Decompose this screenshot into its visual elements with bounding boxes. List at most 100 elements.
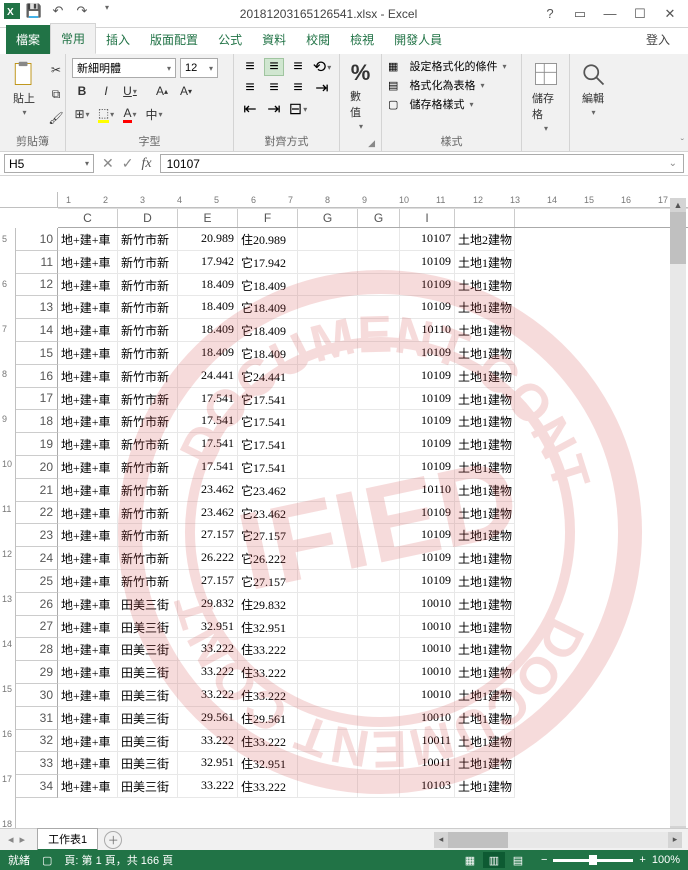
qat-redo-icon[interactable]: ↷	[72, 3, 92, 24]
cell[interactable]: 田美三街	[118, 707, 178, 730]
cell[interactable]: 新竹市新	[118, 228, 178, 251]
cell[interactable]: 地+建+車	[58, 775, 118, 798]
cell[interactable]: 地+建+車	[58, 616, 118, 639]
close-icon[interactable]: ✕	[660, 6, 680, 22]
cell[interactable]: 住33.222	[238, 684, 298, 707]
cell[interactable]	[298, 410, 358, 433]
cell[interactable]: 土地2建物	[455, 228, 515, 251]
table-row[interactable]: 地+建+車田美三街33.222住33.22210010土地1建物	[58, 661, 688, 684]
table-row[interactable]: 地+建+車田美三街29.561住29.56110010土地1建物	[58, 707, 688, 730]
copy-icon[interactable]: ⧉	[46, 84, 66, 104]
enter-icon[interactable]: ✓	[122, 155, 134, 172]
cell[interactable]: 它23.462	[238, 502, 298, 525]
cell[interactable]: 田美三街	[118, 775, 178, 798]
cell[interactable]: 新竹市新	[118, 547, 178, 570]
cell[interactable]: 33.222	[178, 775, 238, 798]
cell[interactable]: 住33.222	[238, 730, 298, 753]
cell[interactable]: 土地1建物	[455, 251, 515, 274]
cell[interactable]: 田美三街	[118, 684, 178, 707]
align-left-icon[interactable]: ≡	[240, 79, 260, 97]
cell[interactable]	[298, 433, 358, 456]
cell[interactable]: 10109	[400, 274, 455, 297]
cell[interactable]: 地+建+車	[58, 707, 118, 730]
cell[interactable]	[298, 388, 358, 411]
scroll-thumb[interactable]	[670, 212, 686, 264]
cell[interactable]	[358, 707, 400, 730]
row-header[interactable]: 21	[16, 479, 58, 502]
row-header[interactable]: 25	[16, 570, 58, 593]
cell[interactable]: 土地1建物	[455, 593, 515, 616]
column-headers[interactable]: C D E F G G I	[58, 208, 688, 228]
cut-icon[interactable]: ✂	[46, 60, 66, 80]
cell[interactable]: 住20.989	[238, 228, 298, 251]
cell[interactable]: 地+建+車	[58, 593, 118, 616]
tab-review[interactable]: 校閱	[296, 25, 340, 54]
expand-formula-icon[interactable]: ⌄	[669, 158, 677, 169]
cell[interactable]: 29.561	[178, 707, 238, 730]
row-header[interactable]: 31	[16, 707, 58, 730]
cell[interactable]: 地+建+車	[58, 479, 118, 502]
cells-button[interactable]: 儲存格 ▾	[528, 58, 563, 135]
cell[interactable]	[358, 479, 400, 502]
cell[interactable]	[358, 752, 400, 775]
cell[interactable]: 10109	[400, 456, 455, 479]
cell[interactable]	[358, 228, 400, 251]
tab-layout[interactable]: 版面配置	[140, 25, 208, 54]
cell[interactable]: 17.541	[178, 388, 238, 411]
col-header[interactable]: D	[118, 209, 178, 227]
cell[interactable]: 32.951	[178, 752, 238, 775]
cell[interactable]: 10010	[400, 616, 455, 639]
status-macro-icon[interactable]: ▢	[42, 854, 52, 867]
cell[interactable]: 23.462	[178, 502, 238, 525]
decrease-indent-icon[interactable]: ⇤	[240, 100, 260, 118]
paste-button[interactable]: 貼上 ▾	[6, 58, 42, 131]
cell[interactable]: 田美三街	[118, 593, 178, 616]
row-header[interactable]: 28	[16, 638, 58, 661]
row-header[interactable]: 20	[16, 456, 58, 479]
cell[interactable]: 地+建+車	[58, 547, 118, 570]
table-row[interactable]: 地+建+車田美三街33.222住33.22210011土地1建物	[58, 730, 688, 753]
cell[interactable]: 新竹市新	[118, 274, 178, 297]
wrap-text-icon[interactable]: ⇥	[312, 79, 332, 97]
collapse-ribbon-icon[interactable]: ˇ	[681, 138, 684, 149]
cell[interactable]	[358, 319, 400, 342]
cell[interactable]: 土地1建物	[455, 616, 515, 639]
vertical-scrollbar[interactable]: ▲ ▼	[670, 212, 686, 826]
cell[interactable]: 地+建+車	[58, 433, 118, 456]
cell[interactable]: 田美三街	[118, 730, 178, 753]
cell[interactable]: 它17.942	[238, 251, 298, 274]
table-row[interactable]: 地+建+車田美三街33.222住33.22210010土地1建物	[58, 638, 688, 661]
cell[interactable]: 33.222	[178, 638, 238, 661]
cell[interactable]	[358, 274, 400, 297]
cell[interactable]	[358, 775, 400, 798]
cell[interactable]: 26.222	[178, 547, 238, 570]
row-header[interactable]: 10	[16, 228, 58, 251]
fill-color-button[interactable]: ⬚▾	[96, 104, 116, 124]
table-row[interactable]: 地+建+車新竹市新26.222它26.22210109土地1建物	[58, 547, 688, 570]
fx-icon[interactable]: fx	[141, 156, 151, 172]
cell[interactable]: 土地1建物	[455, 274, 515, 297]
sign-in-button[interactable]: 登入	[638, 25, 678, 54]
cell[interactable]: 地+建+車	[58, 410, 118, 433]
cell[interactable]: 它24.441	[238, 365, 298, 388]
maximize-icon[interactable]: ☐	[630, 6, 650, 22]
qat-customize-icon[interactable]: ▾	[97, 3, 117, 24]
cell[interactable]: 地+建+車	[58, 251, 118, 274]
cell[interactable]: 地+建+車	[58, 456, 118, 479]
table-row[interactable]: 地+建+車新竹市新24.441它24.44110109土地1建物	[58, 365, 688, 388]
new-sheet-button[interactable]: ＋	[104, 831, 122, 849]
cell[interactable]	[298, 752, 358, 775]
row-header[interactable]: 14	[16, 319, 58, 342]
row-header[interactable]: 24	[16, 547, 58, 570]
cell[interactable]: 10109	[400, 251, 455, 274]
font-size-select[interactable]: 12▾	[180, 58, 218, 78]
table-row[interactable]: 地+建+車新竹市新17.541它17.54110109土地1建物	[58, 456, 688, 479]
cell[interactable]: 10109	[400, 296, 455, 319]
font-name-select[interactable]: 新細明體▾	[72, 58, 176, 78]
cell[interactable]: 新竹市新	[118, 365, 178, 388]
cell[interactable]	[358, 388, 400, 411]
cell[interactable]: 新竹市新	[118, 319, 178, 342]
scroll-up-icon[interactable]: ▲	[670, 198, 686, 212]
bold-button[interactable]: B	[72, 81, 92, 101]
table-row[interactable]: 地+建+車新竹市新27.157它27.15710109土地1建物	[58, 570, 688, 593]
